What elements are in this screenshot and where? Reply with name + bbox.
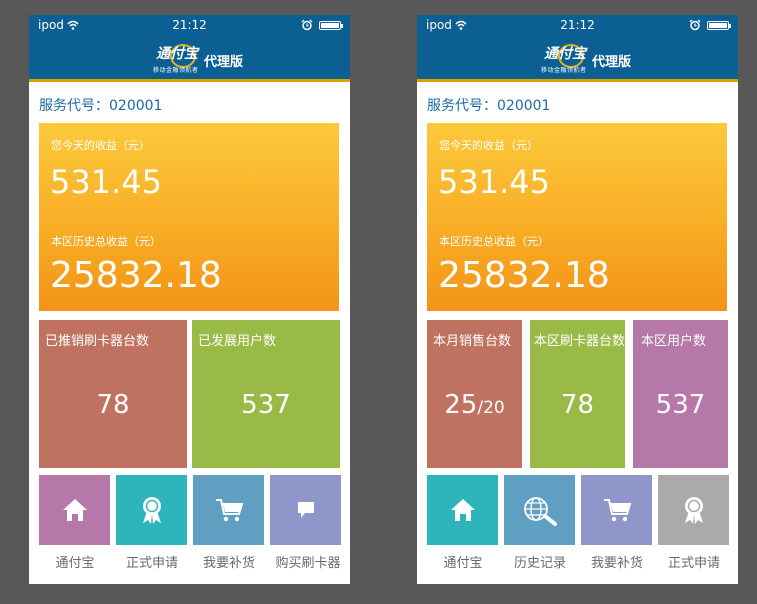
tile-label[interactable]: 历史记录 (502, 552, 578, 571)
logo-tagline: 移动金融领航者 (541, 67, 587, 74)
earnings-card: 您今天的收益（元） 531.45 本区历史总收益（元） 25832.18 (39, 123, 339, 311)
stat-label: 已推销刷卡器台数 (45, 334, 150, 349)
stat-card-district-readers[interactable]: 本区刷卡器台数 78 (530, 320, 625, 468)
tile-label[interactable]: 我要补货 (579, 552, 655, 571)
service-code: 服务代号：020001 (427, 98, 551, 114)
total-earnings-label: 本区历史总收益（元） (439, 235, 549, 248)
alarm-icon (689, 19, 701, 31)
status-bar: ipod 21:12 (417, 15, 738, 35)
tile-tongfubao[interactable] (427, 475, 498, 545)
tile-buy-reader[interactable] (270, 475, 341, 545)
stat-label: 已发展用户数 (198, 334, 277, 349)
award-icon (142, 497, 161, 524)
earnings-card: 您今天的收益（元） 531.45 本区历史总收益（元） 25832.18 (427, 123, 727, 311)
logo-text: 通付宝 (156, 46, 198, 62)
stat-card-monthly-sales[interactable]: 本月销售台数 25/20 (427, 320, 522, 468)
cart-icon (603, 499, 631, 522)
stat-card-readers-sold[interactable]: 已推销刷卡器台数 78 (39, 320, 187, 468)
stat-value: 25/20 (427, 390, 522, 420)
tile-label[interactable]: 购买刷卡器 (266, 552, 350, 571)
app-header: 通付宝 移动金融领航者 代理版 (29, 35, 350, 82)
comment-icon (297, 502, 314, 518)
today-earnings-label: 您今天的收益（元） (439, 139, 538, 152)
alarm-icon (301, 19, 313, 31)
tile-label[interactable]: 通付宝 (37, 552, 113, 571)
stat-label: 本区刷卡器台数 (534, 334, 626, 349)
header-title: 代理版 (592, 55, 632, 70)
tile-label[interactable]: 正式申请 (114, 552, 190, 571)
total-earnings-value: 25832.18 (438, 255, 610, 296)
tile-restock[interactable] (581, 475, 652, 545)
tile-formal-apply[interactable] (116, 475, 187, 545)
tile-label[interactable]: 我要补货 (191, 552, 267, 571)
app-header: 通付宝 移动金融领航者 代理版 (417, 35, 738, 82)
stat-value: 78 (560, 390, 595, 420)
battery-icon (319, 21, 343, 30)
total-earnings-value: 25832.18 (50, 255, 222, 296)
stat-card-district-users[interactable]: 本区用户数 537 (633, 320, 728, 468)
cart-icon (215, 499, 243, 522)
phone-screen-left: ipod 21:12 通付宝 移动金融领航者 代理版 服务代号：020001 您… (29, 15, 350, 584)
tile-restock[interactable] (193, 475, 264, 545)
stat-label: 本月销售台数 (433, 334, 512, 349)
phone-screen-right: ipod 21:12 通付宝 移动金融领航者 代理版 服务代号：020001 您… (417, 15, 738, 584)
header-title: 代理版 (204, 55, 244, 70)
stat-value: 537 (655, 390, 706, 420)
tile-tongfubao[interactable] (39, 475, 110, 545)
today-earnings-value: 531.45 (50, 163, 162, 201)
status-bar: ipod 21:12 (29, 15, 350, 35)
stat-value-suffix: /20 (477, 398, 505, 418)
logo-tagline: 移动金融领航者 (153, 67, 199, 74)
stat-value-main: 25 (444, 390, 478, 420)
globe-search-icon (523, 497, 557, 526)
award-icon (684, 497, 703, 524)
tile-label[interactable]: 通付宝 (425, 552, 501, 571)
logo-text: 通付宝 (544, 46, 586, 62)
stat-value: 78 (96, 390, 130, 420)
tile-label[interactable]: 正式申请 (656, 552, 732, 571)
tile-history[interactable] (504, 475, 575, 545)
today-earnings-value: 531.45 (438, 163, 550, 201)
service-code: 服务代号：020001 (39, 98, 163, 114)
total-earnings-label: 本区历史总收益（元） (51, 235, 161, 248)
tile-formal-apply[interactable] (658, 475, 729, 545)
battery-icon (707, 21, 731, 30)
stat-card-users[interactable]: 已发展用户数 537 (192, 320, 340, 468)
stat-value: 537 (241, 390, 291, 420)
stat-label: 本区用户数 (641, 334, 707, 349)
home-icon (450, 499, 475, 521)
home-icon (62, 499, 87, 521)
today-earnings-label: 您今天的收益（元） (51, 139, 150, 152)
